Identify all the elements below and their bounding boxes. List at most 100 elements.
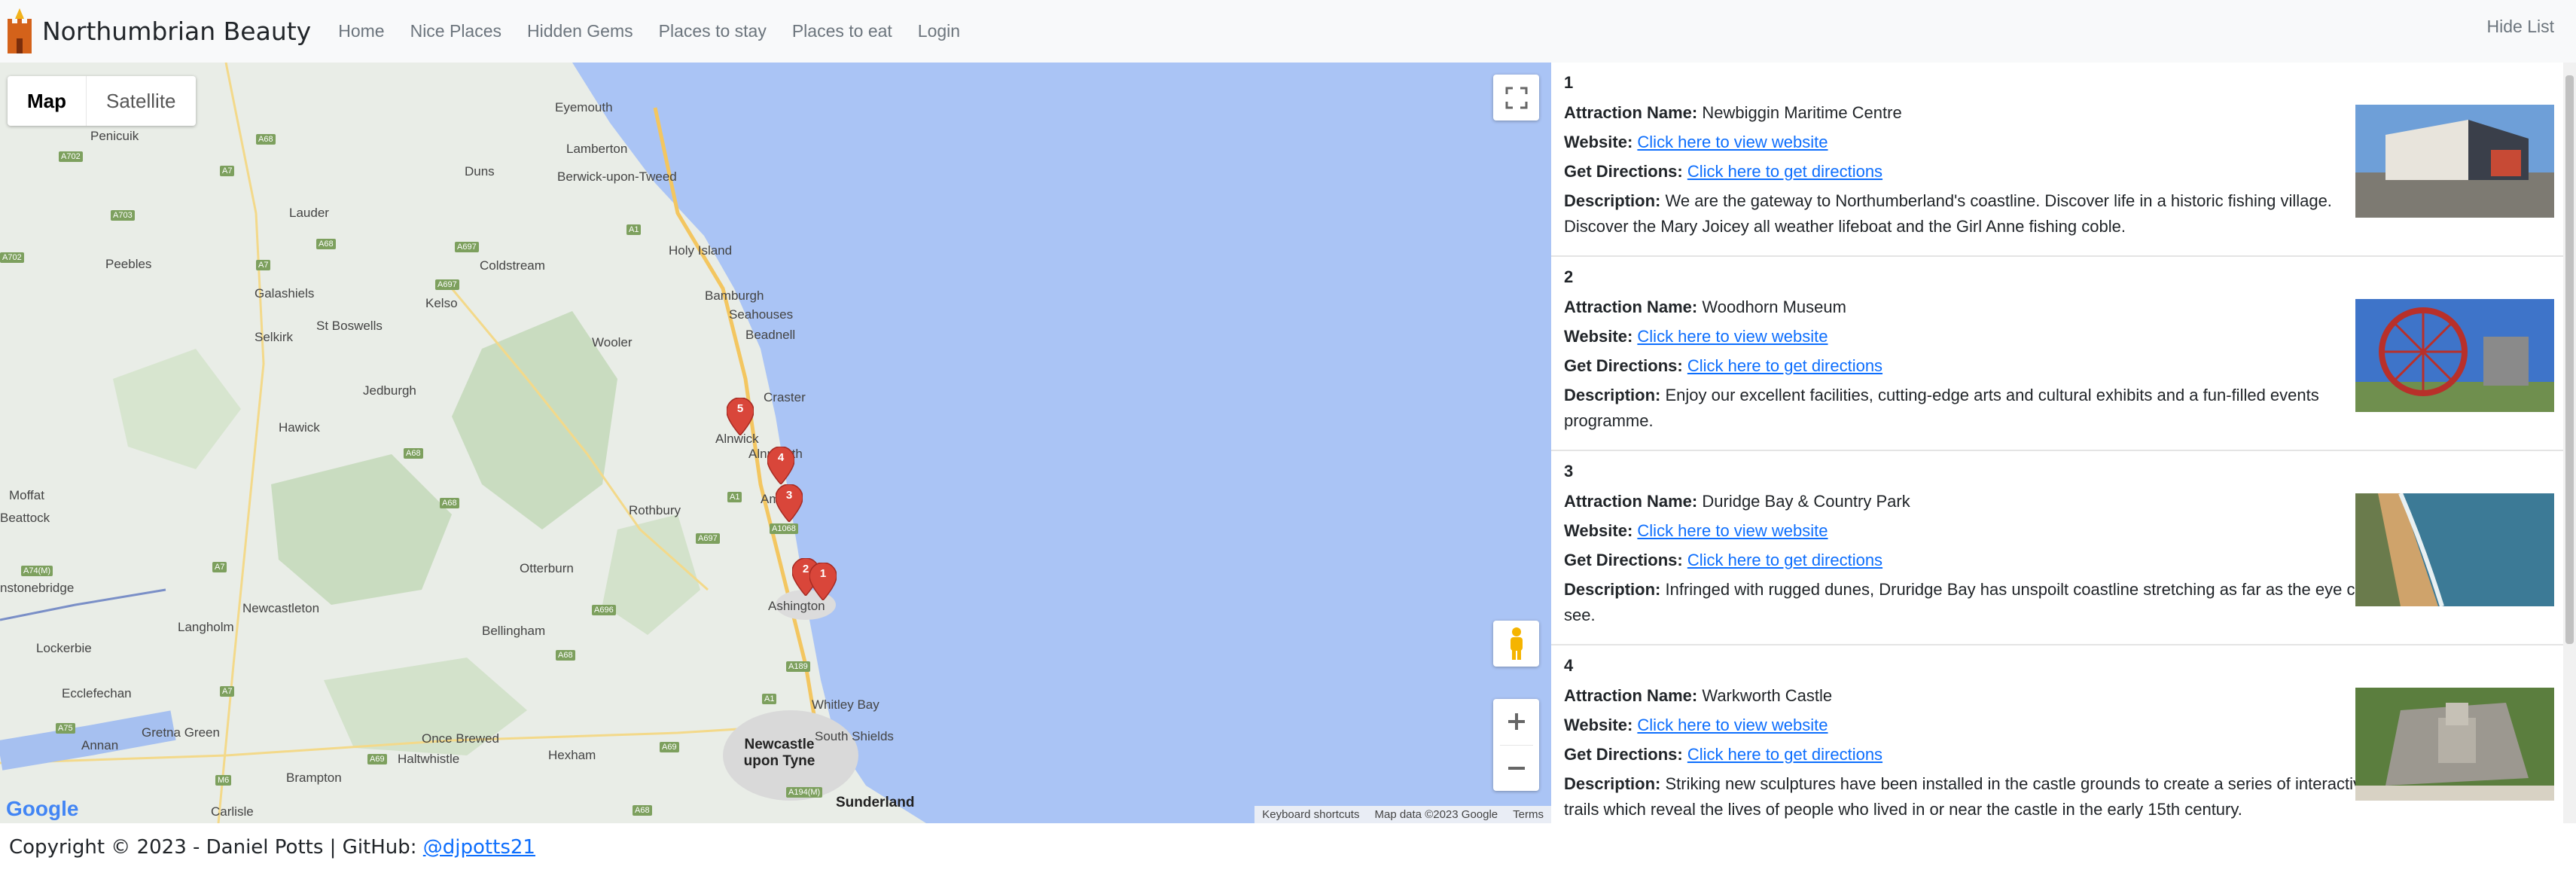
website-link[interactable]: Click here to view website bbox=[1637, 716, 1828, 734]
map-type-map-button[interactable]: Map bbox=[8, 76, 87, 126]
zoom-out-button[interactable] bbox=[1493, 745, 1539, 791]
fullscreen-icon bbox=[1505, 87, 1527, 108]
website-label: Website: bbox=[1564, 716, 1633, 734]
place-label: Coldstream bbox=[480, 258, 545, 273]
nav-places-to-eat[interactable]: Places to eat bbox=[792, 21, 892, 41]
description-text: Striking new sculptures have been instal… bbox=[1564, 774, 2371, 819]
description-text: Infringed with rugged dunes, Druridge Ba… bbox=[1564, 580, 2373, 624]
road-label: A1068 bbox=[770, 523, 798, 534]
road-label: A189 bbox=[786, 661, 810, 672]
place-label: Hexham bbox=[548, 748, 596, 762]
place-label: Eyemouth bbox=[555, 100, 613, 114]
map[interactable]: Eyemouth Penicuik Lamberton Duns Berwick… bbox=[0, 63, 1551, 823]
nav-home[interactable]: Home bbox=[338, 21, 384, 41]
nav-hidden-gems[interactable]: Hidden Gems bbox=[527, 21, 633, 41]
nav-login[interactable]: Login bbox=[918, 21, 960, 41]
attraction-label: Attraction Name: bbox=[1564, 686, 1698, 705]
place-label: Hawick bbox=[279, 420, 320, 435]
navbar: Northumbrian Beauty Home Nice Places Hid… bbox=[0, 0, 2576, 63]
zoom-in-button[interactable] bbox=[1493, 699, 1539, 745]
place-label: Lamberton bbox=[566, 142, 628, 156]
map-type-satellite-button[interactable]: Satellite bbox=[87, 76, 196, 126]
place-label-city: Sunderland bbox=[836, 795, 915, 810]
road-label: A68 bbox=[316, 239, 336, 249]
website-row: Website: Click here to view website bbox=[1564, 713, 2385, 738]
item-number: 1 bbox=[1564, 73, 1574, 92]
place-label: Lockerbie bbox=[36, 641, 92, 655]
website-link[interactable]: Click here to view website bbox=[1637, 521, 1828, 540]
place-label: Beattock bbox=[0, 511, 50, 525]
place-label: Bamburgh bbox=[705, 288, 764, 303]
hide-list-button[interactable]: Hide List bbox=[2487, 17, 2554, 37]
attraction-name-row: Attraction Name: Warkworth Castle bbox=[1564, 683, 2385, 709]
brand[interactable]: Northumbrian Beauty bbox=[5, 8, 311, 55]
road-label: A702 bbox=[0, 252, 24, 263]
copyright-text: Copyright © 2023 - Daniel Potts | GitHub… bbox=[9, 836, 417, 859]
directions-link[interactable]: Click here to get directions bbox=[1687, 745, 1882, 764]
road-label: A7 bbox=[256, 260, 271, 270]
castle-logo-icon bbox=[8, 8, 32, 53]
green-area bbox=[602, 514, 700, 635]
marker-label: 4 bbox=[777, 451, 785, 464]
attraction-name-row: Attraction Name: Duridge Bay & Country P… bbox=[1564, 489, 2385, 514]
place-label: Bellingham bbox=[482, 624, 546, 638]
description-row: Description: We are the gateway to North… bbox=[1564, 188, 2385, 240]
fullscreen-button[interactable] bbox=[1493, 75, 1539, 121]
attraction-photo bbox=[2355, 493, 2554, 606]
place-label: Penicuik bbox=[90, 129, 139, 143]
street-view-button[interactable] bbox=[1493, 621, 1539, 667]
nav-nice-places[interactable]: Nice Places bbox=[410, 21, 501, 41]
map-marker-5[interactable]: 5 bbox=[726, 397, 755, 437]
terms-link[interactable]: Terms bbox=[1505, 806, 1551, 823]
road-label: A1 bbox=[626, 224, 642, 235]
attraction-name: Woodhorn Museum bbox=[1702, 298, 1846, 316]
directions-row: Get Directions: Click here to get direct… bbox=[1564, 159, 2385, 185]
place-label: Peebles bbox=[105, 257, 152, 271]
directions-row: Get Directions: Click here to get direct… bbox=[1564, 548, 2385, 573]
place-label: Ecclefechan bbox=[62, 686, 132, 700]
place-label: Wooler bbox=[592, 335, 633, 349]
place-label: Brampton bbox=[286, 771, 342, 785]
place-label: nstonebridge bbox=[0, 581, 75, 595]
place-label: Craster bbox=[764, 390, 806, 404]
place-label: Lauder bbox=[289, 206, 329, 220]
attraction-list[interactable]: 1 Attraction Name: Newbiggin Maritime Ce… bbox=[1551, 63, 2563, 823]
directions-link[interactable]: Click here to get directions bbox=[1687, 356, 1882, 375]
item-number: 4 bbox=[1564, 656, 1574, 675]
description-label: Description: bbox=[1564, 580, 1661, 599]
github-link[interactable]: @djpotts21 bbox=[423, 836, 535, 859]
road-label: A69 bbox=[367, 754, 387, 764]
description-text: Enjoy our excellent facilities, cutting-… bbox=[1564, 386, 2319, 430]
map-marker-1[interactable]: 1 bbox=[809, 562, 837, 602]
a68-road bbox=[217, 63, 265, 823]
forest-area bbox=[271, 454, 452, 605]
place-label-city: Newcastle upon Tyne bbox=[743, 737, 815, 769]
directions-link[interactable]: Click here to get directions bbox=[1687, 551, 1882, 569]
place-label: Annan bbox=[81, 738, 119, 752]
directions-link[interactable]: Click here to get directions bbox=[1687, 162, 1882, 181]
plus-icon bbox=[1507, 713, 1525, 731]
website-link[interactable]: Click here to view website bbox=[1637, 133, 1828, 151]
description-text: We are the gateway to Northumberland's c… bbox=[1564, 191, 2332, 236]
place-label: Gretna Green bbox=[142, 725, 220, 740]
upland-area bbox=[113, 349, 241, 469]
attraction-name: Duridge Bay & Country Park bbox=[1702, 492, 1910, 511]
website-row: Website: Click here to view website bbox=[1564, 130, 2385, 155]
place-label: Jedburgh bbox=[363, 383, 416, 398]
attraction-label: Attraction Name: bbox=[1564, 492, 1698, 511]
list-item: 3 Attraction Name: Duridge Bay & Country… bbox=[1551, 451, 2563, 645]
map-marker-4[interactable]: 4 bbox=[767, 446, 795, 486]
list-scrollbar-thumb[interactable] bbox=[2565, 75, 2574, 644]
website-label: Website: bbox=[1564, 521, 1633, 540]
website-link[interactable]: Click here to view website bbox=[1637, 327, 1828, 346]
description-row: Description: Striking new sculptures hav… bbox=[1564, 771, 2385, 822]
website-label: Website: bbox=[1564, 133, 1633, 151]
map-marker-3[interactable]: 3 bbox=[775, 484, 803, 523]
road-label: A74(M) bbox=[21, 566, 53, 576]
nav-places-to-stay[interactable]: Places to stay bbox=[659, 21, 767, 41]
google-logo-text: Google bbox=[6, 797, 79, 820]
google-logo[interactable]: Google bbox=[6, 797, 78, 821]
map-attribution: Keyboard shortcuts Map data ©2023 Google… bbox=[1254, 806, 1551, 823]
keyboard-shortcuts-link[interactable]: Keyboard shortcuts bbox=[1254, 806, 1367, 823]
road-label: A75 bbox=[56, 723, 75, 734]
